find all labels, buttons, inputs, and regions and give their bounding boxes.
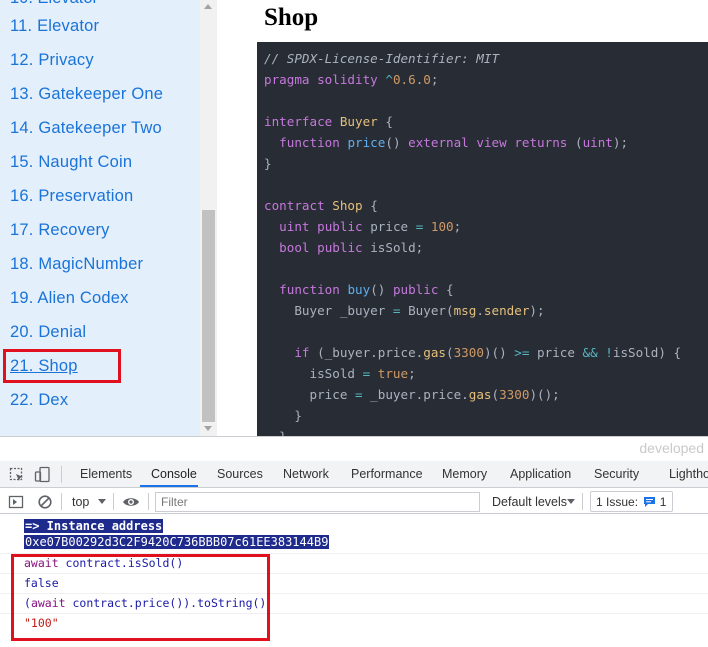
tab-elements[interactable]: Elements — [80, 467, 132, 481]
developed-watermark: developed — [639, 440, 704, 456]
sidebar-item-gatekeeper-two[interactable]: 14. Gatekeeper Two — [10, 119, 162, 138]
tab-memory[interactable]: Memory — [442, 467, 487, 481]
sidebar-item-naught-coin[interactable]: 15. Naught Coin — [10, 153, 132, 172]
active-tab-indicator — [140, 485, 198, 487]
code-line: pragma solidity ^0.6.0; — [264, 72, 439, 87]
tab-application[interactable]: Application — [510, 467, 571, 481]
toolbar-separator — [148, 493, 149, 510]
highlight-box-console — [11, 554, 270, 641]
sidebar-item-privacy[interactable]: 12. Privacy — [10, 51, 94, 70]
sidebar-item-partial[interactable]: 10. Elevator — [10, 0, 98, 8]
code-line: contract Shop { — [264, 198, 378, 213]
tab-sources[interactable]: Sources — [217, 467, 263, 481]
scrollbar-thumb[interactable] — [202, 210, 215, 422]
tab-security[interactable]: Security — [594, 467, 639, 481]
filter-input[interactable]: Filter — [155, 492, 480, 512]
sidebar-item-elevator[interactable]: 11. Elevator — [10, 17, 99, 36]
code-line: isSold = true; — [264, 366, 416, 381]
sidebar-scrollbar[interactable] — [200, 0, 217, 436]
sidebar-item-magicnumber[interactable]: 18. MagicNumber — [10, 255, 143, 274]
issues-label: 1 Issue: — [596, 495, 639, 509]
code-line: function price() external view returns (… — [279, 135, 629, 150]
device-toolbar-icon[interactable] — [34, 466, 52, 484]
code-line: price = _buyer.price.gas(3300)(); — [264, 387, 560, 402]
code-line: } — [264, 408, 302, 423]
code-block: // SPDX-License-Identifier: MIT pragma s… — [257, 42, 708, 436]
sidebar-toggle-icon[interactable] — [8, 494, 24, 510]
levels-dropdown-icon[interactable] — [567, 499, 575, 505]
scroll-up-arrow-icon[interactable] — [204, 4, 212, 9]
clear-console-icon[interactable] — [37, 494, 53, 510]
log-levels-dropdown[interactable]: Default levels — [492, 495, 567, 509]
context-selector[interactable]: top — [72, 495, 89, 509]
tab-separator — [61, 466, 62, 483]
console-toolbar: top Filter Default levels 1 Issue: 1 — [0, 489, 708, 514]
tab-performance[interactable]: Performance — [351, 467, 423, 481]
tab-console[interactable]: Console — [151, 467, 197, 481]
devtools-top-strip: developed — [0, 437, 708, 459]
screen: 10. Elevator 11. Elevator 12. Privacy 13… — [0, 0, 708, 647]
toolbar-separator — [113, 493, 114, 510]
web-page: 10. Elevator 11. Elevator 12. Privacy 13… — [0, 0, 708, 436]
issues-counter[interactable]: 1 Issue: 1 — [590, 491, 673, 512]
tab-lighthouse[interactable]: Lighthouse — [669, 467, 708, 481]
devtools-tabbar: Elements Console Sources Network Perform… — [0, 461, 708, 488]
sidebar-item-alien-codex[interactable]: 19. Alien Codex — [10, 289, 129, 308]
devtools-panel: developed Elements Console Sources Netwo… — [0, 436, 708, 647]
tab-network[interactable]: Network — [283, 467, 329, 481]
code-line: } — [264, 156, 272, 171]
sidebar-item-dex[interactable]: 22. Dex — [10, 391, 68, 410]
instance-address-value: 0xe07B00292d3C2F9420C736BBB07c61EE383144… — [24, 535, 330, 549]
inspect-element-icon[interactable] — [9, 467, 25, 483]
live-expression-eye-icon[interactable] — [122, 494, 140, 510]
instance-address-label: => Instance address — [24, 519, 164, 533]
console-output: => Instance address 0xe07B00292d3C2F9420… — [0, 515, 708, 647]
code-line: bool public isSold; — [279, 240, 424, 255]
toolbar-separator — [61, 493, 62, 510]
code-line: function buy() public { — [279, 282, 454, 297]
toolbar-separator — [582, 493, 583, 510]
issues-count: 1 — [659, 495, 667, 509]
code-line: uint public price = 100; — [279, 219, 462, 234]
code-line: // SPDX-License-Identifier: MIT — [264, 51, 500, 66]
code-line: Buyer _buyer = Buyer(msg.sender); — [264, 303, 545, 318]
sidebar-item-gatekeeper-one[interactable]: 13. Gatekeeper One — [10, 85, 163, 104]
issue-message-icon — [644, 497, 656, 507]
page-title: Shop — [264, 4, 319, 31]
sidebar-item-denial[interactable]: 20. Denial — [10, 323, 86, 342]
code-line: if (_buyer.price.gas(3300)() >= price &&… — [294, 345, 682, 360]
scroll-down-arrow-icon[interactable] — [204, 426, 212, 431]
sidebar-item-preservation[interactable]: 16. Preservation — [10, 187, 133, 206]
context-dropdown-icon[interactable] — [98, 499, 106, 505]
code-line: } — [264, 429, 287, 436]
sidebar-item-recovery[interactable]: 17. Recovery — [10, 221, 110, 240]
highlight-box-shop — [3, 349, 121, 383]
code-line: interface Buyer { — [264, 114, 393, 129]
